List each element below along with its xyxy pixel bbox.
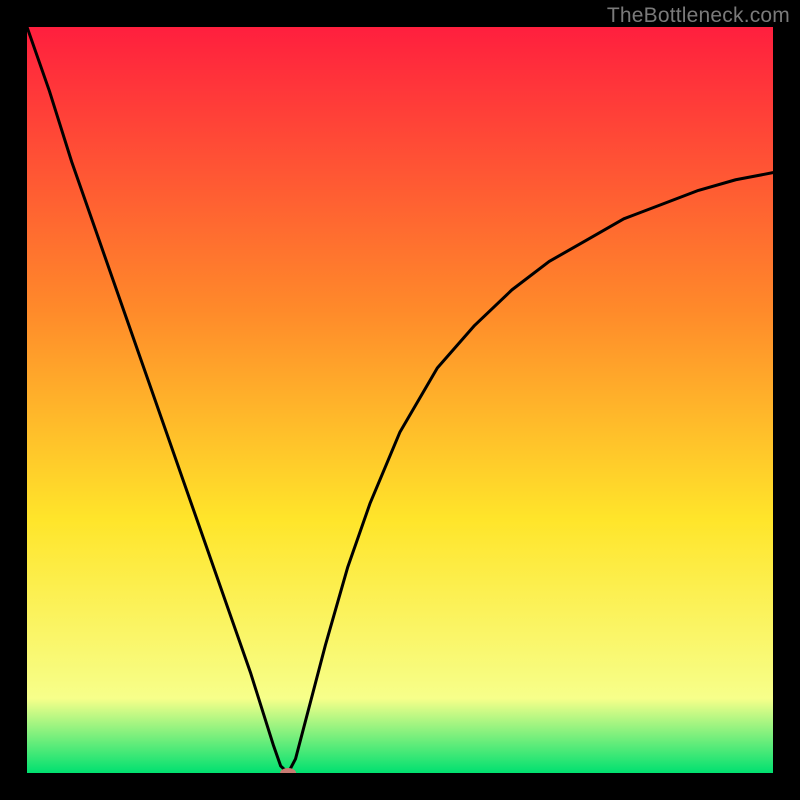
gradient-background xyxy=(27,27,773,773)
chart-svg xyxy=(27,27,773,773)
watermark-text: TheBottleneck.com xyxy=(607,4,790,28)
plot-area xyxy=(27,27,773,773)
chart-frame: TheBottleneck.com xyxy=(0,0,800,800)
